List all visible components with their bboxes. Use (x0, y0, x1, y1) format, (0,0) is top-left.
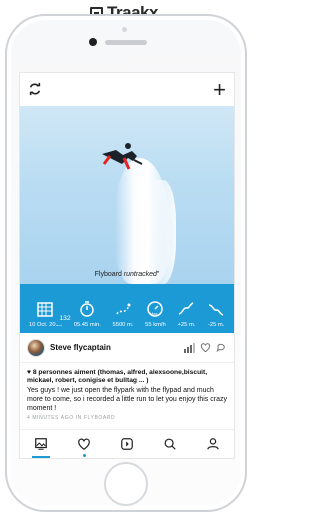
tab-record[interactable] (112, 430, 142, 459)
author-name[interactable]: Steve flycaptain (50, 343, 184, 352)
user-icon (206, 438, 219, 450)
speed-gauge-text: Max. (150, 311, 159, 316)
home-button[interactable] (104, 462, 148, 506)
route-icon (116, 303, 131, 315)
photo-caption: Flyboard runtracked" (20, 271, 234, 278)
elevation-up-icon (179, 302, 194, 315)
app-screen: + Flyboard runtracked" 10 Oct. 2016 05.4… (19, 72, 235, 459)
flyboard-rider-image (102, 143, 143, 170)
stat-max-speed-value: 55 km/h (145, 322, 166, 328)
elevation-down-icon (209, 304, 224, 316)
post-actions (184, 342, 227, 353)
comment-icon[interactable] (216, 342, 227, 353)
refresh-icon[interactable] (28, 82, 42, 98)
front-sensor (122, 27, 127, 32)
post-meta: 4 MINUTES AGO IN FLYBOARD (27, 415, 116, 422)
water-spray-secondary (144, 180, 176, 284)
earpiece-speaker (105, 40, 147, 45)
stat-distance: 5500 m. (112, 300, 134, 328)
avatar[interactable] (27, 338, 45, 357)
stat-distance-value: 5500 m. (112, 322, 134, 328)
stat-elevation-gain-value: +25 m. (177, 322, 196, 328)
heart-icon (78, 438, 91, 450)
notification-badge[interactable]: 132 (56, 312, 74, 328)
caption-label: Flyboard (94, 271, 122, 278)
stat-elevation-gain: +25 m. (177, 300, 195, 328)
caption-quote: " (156, 271, 160, 278)
post-text: Yes guys ! we just open the flypark with… (27, 387, 227, 412)
stat-duration-value: 05.45 min. (73, 322, 101, 328)
stat-elevation-loss-value: -25 m. (207, 322, 225, 328)
stat-max-speed: Max. 55 km/h (145, 300, 166, 328)
post-author-row: Steve flycaptain (20, 333, 234, 363)
caption-status: runtracked (123, 271, 157, 278)
activity-stats-bar: 10 Oct. 2016 05.45 min. 5500 m. Max. 55 … (20, 284, 234, 333)
top-bar: + (20, 73, 234, 106)
stat-elevation-loss: -25 m. (207, 300, 225, 328)
stat-duration: 05.45 min. (74, 300, 101, 328)
image-icon (35, 438, 48, 450)
timer-icon (80, 301, 95, 317)
tab-profile[interactable] (198, 430, 228, 459)
stats-bars-icon[interactable] (184, 342, 195, 353)
bottom-tab-bar (20, 429, 234, 458)
tab-likes[interactable] (69, 430, 99, 459)
front-camera (89, 38, 97, 46)
tab-feed[interactable] (26, 430, 56, 459)
like-heart-icon[interactable] (200, 342, 211, 353)
app-mockup: Traakx + Flyboard runtracked" 10 Oct. 20… (0, 0, 248, 514)
calendar-icon (37, 302, 54, 317)
record-icon (121, 438, 133, 450)
activity-photo[interactable]: Flyboard runtracked" (20, 106, 234, 284)
likes-summary[interactable]: ♥ 8 personnes aiment (thomas, alfred, al… (20, 363, 234, 385)
add-button[interactable]: + (213, 78, 226, 101)
search-icon (164, 438, 176, 450)
tab-search[interactable] (155, 430, 185, 459)
speed-icon: Max. (147, 301, 164, 317)
